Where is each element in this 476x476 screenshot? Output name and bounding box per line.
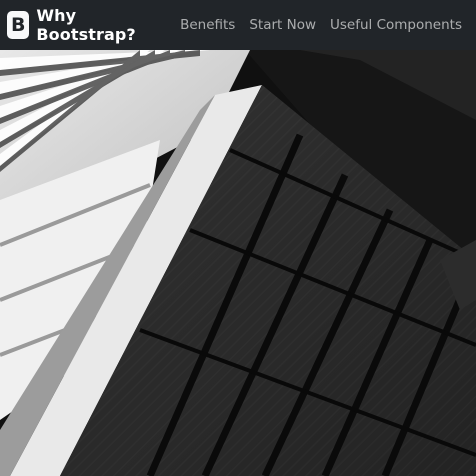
nav-link-start-now[interactable]: Start Now bbox=[249, 17, 316, 33]
architecture-photo bbox=[0, 50, 476, 476]
navbar-brand[interactable]: B Why Bootstrap? bbox=[7, 6, 152, 44]
bootstrap-logo-icon: B bbox=[7, 11, 30, 39]
nav-link-useful-components[interactable]: Useful Components bbox=[330, 17, 462, 33]
hero-image bbox=[0, 50, 476, 476]
top-navbar: B Why Bootstrap? Benefits Start Now Usef… bbox=[0, 0, 476, 50]
brand-title: Why Bootstrap? bbox=[36, 6, 136, 44]
nav-links: Benefits Start Now Useful Components bbox=[180, 17, 476, 33]
nav-link-benefits[interactable]: Benefits bbox=[180, 17, 235, 33]
